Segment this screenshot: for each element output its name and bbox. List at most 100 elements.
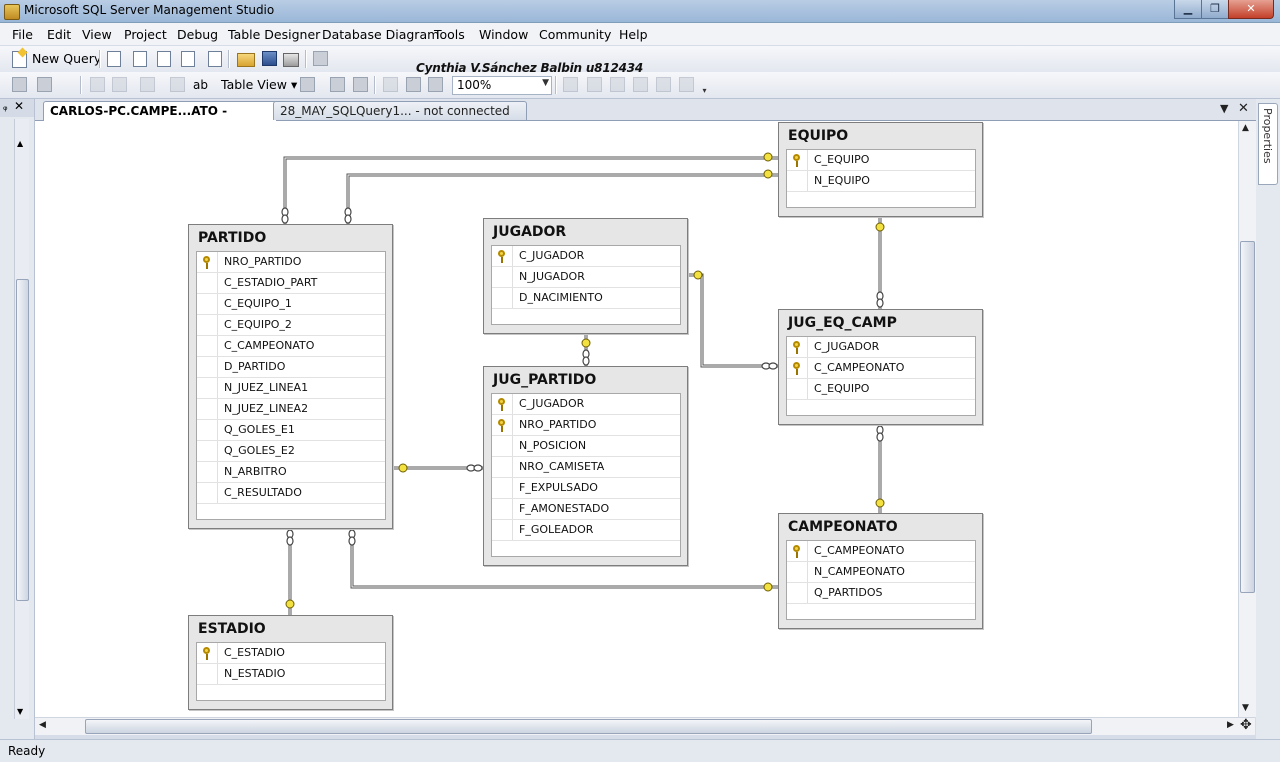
table-column-row[interactable]: C_JUGADOR [492,394,680,415]
table-column-row[interactable]: C_CAMPEONATO [197,336,385,357]
menu-table-designer[interactable]: Table Designer [228,27,320,42]
table-estadio[interactable]: ESTADIO C_ESTADIO N_ESTADIO [188,615,393,710]
table-column-row[interactable]: NRO_CAMISETA [492,457,680,478]
activity-monitor-icon[interactable] [313,51,328,66]
diagram-horizontal-scrollbar[interactable]: ◀ ▶ ✥ [35,717,1255,735]
properties-tab[interactable]: Properties [1258,103,1278,185]
scroll-thumb[interactable] [1240,241,1255,593]
table-column-row[interactable]: NRO_PARTIDO [197,252,385,273]
table-campeonato[interactable]: CAMPEONATO C_CAMPEONATO N_CAMPEONATO Q_PAR… [778,513,983,629]
row-selector[interactable] [197,315,218,335]
table-column-row[interactable]: C_JUGADOR [492,246,680,267]
table-equipo[interactable]: EQUIPO C_EQUIPO N_EQUIPO [778,122,983,217]
row-selector[interactable] [492,246,513,266]
row-selector[interactable] [492,436,513,456]
new-project-icon[interactable] [208,51,222,67]
table-column-row[interactable]: C_ESTADIO [197,643,385,664]
menu-community[interactable]: Community [539,27,611,42]
close-icon[interactable]: ✕ [14,99,24,113]
align-tables-icon[interactable] [383,77,398,92]
table-column-row[interactable]: N_ESTADIO [197,664,385,685]
scroll-up-arrow[interactable]: ▲ [17,139,23,148]
row-selector[interactable] [197,420,218,440]
row-selector[interactable] [197,483,218,503]
toolbar-overflow-icon[interactable]: ▾ [700,86,709,96]
table-column-row[interactable]: N_JUEZ_LINEA2 [197,399,385,420]
table-column-row[interactable]: C_EQUIPO_1 [197,294,385,315]
row-selector[interactable] [197,252,218,272]
row-selector[interactable] [492,267,513,287]
row-selector[interactable] [197,664,218,684]
row-selector[interactable] [787,171,808,191]
row-selector[interactable] [197,378,218,398]
table-column-row[interactable]: Q_GOLES_E2 [197,441,385,462]
analysis-query-icon[interactable] [157,51,171,67]
row-selector[interactable] [197,441,218,461]
menu-debug[interactable]: Debug [177,27,218,42]
manage-spatial-icon[interactable] [679,77,694,92]
print-icon[interactable] [283,53,299,67]
zoom-combo[interactable]: 100% ▼ [452,76,552,95]
row-selector[interactable] [197,399,218,419]
tab-diagram[interactable]: CARLOS-PC.CAMPE...ATO - Diagram_0* [43,101,277,136]
row-selector[interactable] [787,358,808,378]
menu-view[interactable]: View [82,27,112,42]
open-folder-icon[interactable] [237,53,255,67]
scroll-thumb[interactable] [16,279,29,601]
table-column-row[interactable]: F_AMONESTADO [492,499,680,520]
autosize-tables-icon[interactable] [563,77,578,92]
table-jugador[interactable]: JUGADOR C_JUGADOR N_JUGADOR D_NACIMIENTO [483,218,688,334]
table-column-row[interactable]: C_CAMPEONATO [787,541,975,562]
table-view-dropdown[interactable]: Table View ▾ [221,77,297,92]
row-selector[interactable] [492,520,513,540]
pin-icon[interactable]: ᵩ [3,100,8,113]
table-column-row[interactable]: N_CAMPEONATO [787,562,975,583]
table-column-row[interactable]: F_EXPULSADO [492,478,680,499]
recalculate-page-breaks-icon[interactable] [353,77,368,92]
row-selector[interactable] [492,415,513,435]
database-query-icon[interactable] [133,51,147,67]
add-table-icon[interactable] [37,77,52,92]
menu-tools[interactable]: Tools [434,27,465,42]
left-dock-scrollbar[interactable]: ▲ ▼ [14,119,29,719]
set-primary-key-icon[interactable] [170,77,185,92]
table-column-row[interactable]: N_JUGADOR [492,267,680,288]
row-selector[interactable] [787,150,808,170]
delete-table-icon[interactable] [90,77,105,92]
table-column-row[interactable]: C_ESTADIO_PART [197,273,385,294]
table-column-row[interactable]: F_GOLEADOR [492,520,680,541]
new-table-icon[interactable] [12,77,27,92]
row-selector[interactable] [197,336,218,356]
row-selector[interactable] [197,294,218,314]
new-file-icon[interactable] [107,51,121,67]
row-selector[interactable] [787,379,808,399]
table-column-row[interactable]: Q_GOLES_E1 [197,420,385,441]
scroll-right-arrow[interactable]: ▶ [1227,720,1234,730]
close-button[interactable]: ✕ [1228,0,1274,19]
table-column-row[interactable]: D_NACIMIENTO [492,288,680,309]
table-column-row[interactable]: C_EQUIPO [787,379,975,400]
close-tab-icon[interactable]: ✕ [1238,101,1249,116]
table-column-row[interactable]: NRO_PARTIDO [492,415,680,436]
row-selector[interactable] [197,357,218,377]
new-text-annotation-icon[interactable]: ab [193,78,209,94]
row-selector[interactable] [197,643,218,663]
arrange-tables-icon[interactable] [428,77,443,92]
table-column-row[interactable]: C_EQUIPO [787,150,975,171]
row-selector[interactable] [197,462,218,482]
scroll-down-arrow[interactable]: ▼ [1242,703,1249,713]
table-column-row[interactable]: C_CAMPEONATO [787,358,975,379]
save-icon[interactable] [262,51,277,66]
menu-help[interactable]: Help [619,27,648,42]
manage-fulltext-icon[interactable] [610,77,625,92]
table-column-row[interactable]: N_EQUIPO [787,171,975,192]
minimize-button[interactable]: ▁ [1174,0,1202,19]
table-column-row[interactable]: N_JUEZ_LINEA1 [197,378,385,399]
table-column-row[interactable]: C_EQUIPO_2 [197,315,385,336]
row-selector[interactable] [787,541,808,561]
menu-file[interactable]: File [12,27,33,42]
table-column-row[interactable]: C_RESULTADO [197,483,385,504]
row-selector[interactable] [492,478,513,498]
row-selector[interactable] [492,457,513,477]
view-page-breaks-icon[interactable] [330,77,345,92]
